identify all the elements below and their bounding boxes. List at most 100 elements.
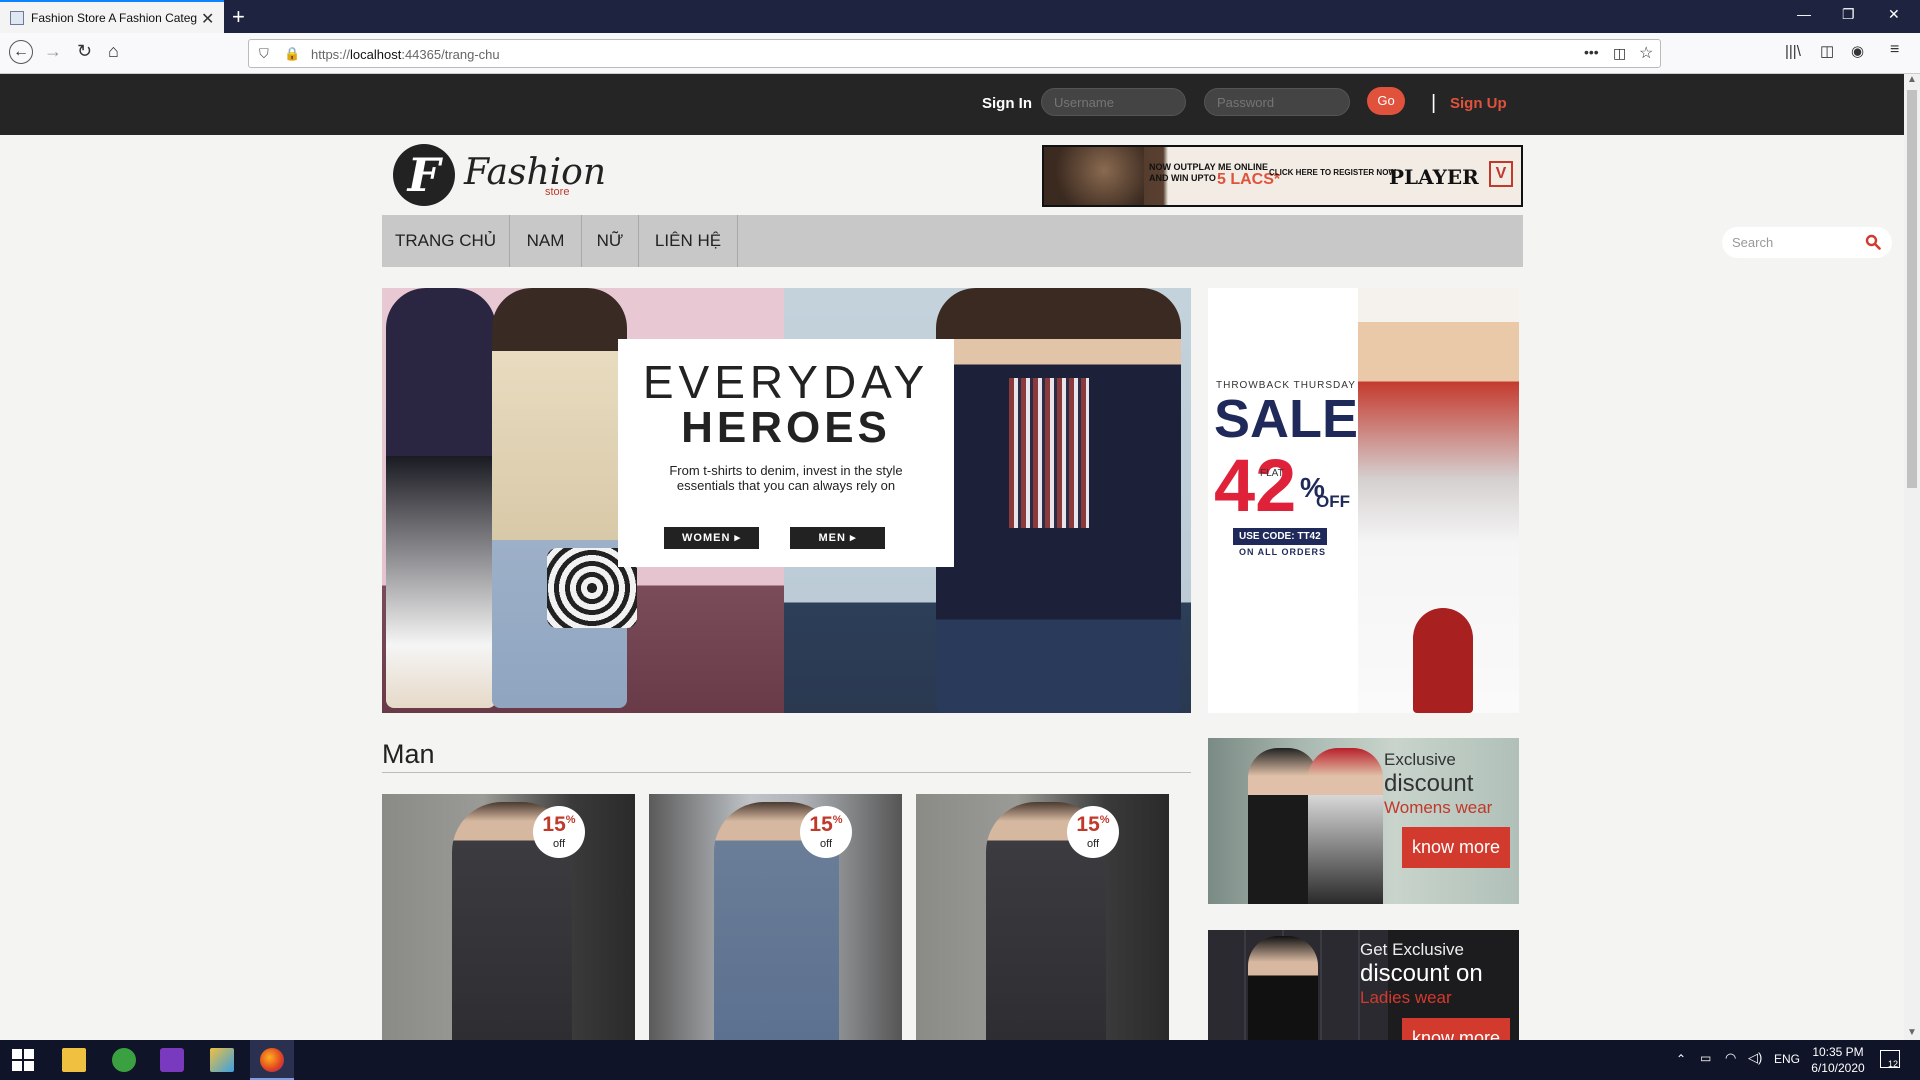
visual-studio-icon[interactable] [160, 1048, 184, 1072]
plaid-shirt [1009, 378, 1089, 528]
library-icon[interactable]: |||\ [1785, 43, 1801, 60]
search-input[interactable]: Search [1732, 235, 1773, 250]
men-button[interactable]: MEN ▸ [790, 527, 885, 549]
search-box[interactable]: Search [1722, 227, 1892, 258]
menu-item-home[interactable]: TRANG CHỦ [382, 215, 510, 267]
menu-item-women[interactable]: NỮ [582, 215, 639, 267]
hero-text-box: EVERYDAY HEROES From t-shirts to denim, … [618, 339, 954, 567]
promo2-line2: discount on [1360, 960, 1483, 987]
back-icon[interactable]: ← [9, 40, 33, 64]
menu-item-contact[interactable]: LIÊN HỆ [639, 215, 738, 267]
firefox-icon [260, 1048, 284, 1072]
ad-banner[interactable]: NOW OUTPLAY ME ONLINE AND WIN UPTO 5 LAC… [1042, 145, 1523, 207]
browser-tab[interactable]: Fashion Store A Fashion Categ ✕ [0, 0, 224, 33]
discount-badge: 15% off [1067, 806, 1119, 858]
app-editor-icon[interactable] [210, 1048, 234, 1072]
page-actions-icon[interactable]: ••• [1584, 44, 1599, 60]
hero-title-line2: HEROES [681, 403, 891, 452]
product-card[interactable]: 15% off [916, 794, 1169, 1040]
windows-start-icon[interactable] [12, 1049, 34, 1071]
guitar [1413, 608, 1473, 713]
promo-ladies-wear[interactable]: Get Exclusive discount on Ladies wear kn… [1208, 930, 1519, 1040]
sale-orders: ON ALL ORDERS [1239, 547, 1327, 557]
forward-icon[interactable]: → [44, 41, 62, 62]
separator: | [1431, 92, 1437, 114]
sale-code: USE CODE: TT42 [1233, 528, 1327, 545]
page-favicon-icon [10, 11, 24, 25]
lock-warning-icon[interactable]: 🔒 [284, 46, 300, 62]
logo-subtitle: store [545, 186, 570, 198]
browser-navbar: ← → ↻ ⌂ ⛉ 🔒 https://localhost:44365/tran… [0, 33, 1920, 74]
discount-badge: 15% off [533, 806, 585, 858]
sign-up-link[interactable]: Sign Up [1450, 95, 1507, 112]
sale-title: SALE [1214, 389, 1359, 449]
scrollbar-thumb[interactable] [1907, 90, 1917, 488]
window-close-icon[interactable]: ✕ [1888, 6, 1900, 23]
promo1-line3: Womens wear [1384, 798, 1493, 817]
volume-icon[interactable]: ◁) [1748, 1050, 1762, 1066]
close-tab-icon[interactable]: ✕ [201, 9, 214, 29]
language-indicator[interactable]: ENG [1774, 1052, 1800, 1066]
new-tab-icon[interactable]: + [232, 4, 245, 30]
sale-off: OFF [1316, 492, 1350, 511]
home-icon[interactable]: ⌂ [108, 41, 119, 62]
ad-banner-brand: PLAYER [1389, 165, 1479, 189]
section-title-man: Man [382, 739, 435, 769]
restore-icon[interactable]: ❐ [1842, 6, 1855, 23]
divider [382, 772, 1191, 773]
ad-banner-register: CLICK HERE TO REGISTER NOW [1269, 168, 1396, 177]
product-card[interactable]: 15% off [382, 794, 635, 1040]
page-viewport: Sign In Go | Sign Up F Fashion store NOW… [0, 74, 1904, 1040]
promo2-line1: Get Exclusive [1360, 940, 1464, 959]
password-input[interactable] [1204, 88, 1350, 116]
product-card[interactable]: 15% off [649, 794, 902, 1040]
scroll-up-icon[interactable]: ▲ [1907, 74, 1917, 85]
app-green-icon[interactable] [112, 1048, 136, 1072]
firefox-taskbar-button[interactable] [250, 1040, 294, 1080]
know-more-button[interactable]: know more [1402, 827, 1511, 868]
bookmark-star-icon[interactable]: ☆ [1639, 43, 1653, 63]
clock-time: 10:35 PM [1812, 1045, 1864, 1059]
scrollbar[interactable]: ▲ ▼ [1904, 74, 1920, 1040]
menu-icon[interactable]: ≡ [1890, 41, 1899, 59]
taskbar: ⌃ ▭ ◠ ◁) ENG 10:35 PM 6/10/2020 12 [0, 1040, 1920, 1080]
clock[interactable]: 10:35 PM 6/10/2020 [1808, 1044, 1868, 1076]
wifi-icon[interactable]: ◠ [1725, 1050, 1736, 1066]
promo1-line2: discount [1384, 770, 1474, 797]
sidebar-icon[interactable]: ◫ [1820, 42, 1834, 60]
reload-icon[interactable]: ↻ [77, 41, 92, 62]
tray-chevron-icon[interactable]: ⌃ [1676, 1052, 1686, 1066]
hero-banner[interactable]: EVERYDAY HEROES From t-shirts to denim, … [382, 288, 1191, 713]
battery-icon[interactable]: ▭ [1700, 1051, 1711, 1065]
account-icon[interactable]: ◉ [1851, 42, 1864, 60]
sign-in-label: Sign In [982, 95, 1032, 112]
username-input[interactable] [1041, 88, 1186, 116]
url-text: https://localhost:44365/trang-chu [311, 47, 500, 62]
sale-banner[interactable]: THROWBACK THURSDAY SALE 42 FLAT % OFF US… [1208, 288, 1519, 713]
promo1-line1: Exclusive [1384, 750, 1456, 769]
notifications-icon[interactable]: 12 [1880, 1050, 1900, 1069]
pocket-icon[interactable]: ◫ [1613, 45, 1626, 62]
channel-v-logo-icon: V [1489, 161, 1513, 187]
logo-mark[interactable]: F [393, 144, 455, 206]
ad-banner-line1b: AND WIN UPTO [1149, 173, 1216, 183]
women-button[interactable]: WOMEN ▸ [664, 527, 759, 549]
hero-title-line1: EVERYDAY [642, 356, 930, 408]
login-bar: Sign In Go | Sign Up [0, 74, 1904, 135]
go-button[interactable]: Go [1367, 87, 1405, 115]
address-bar[interactable]: ⛉ 🔒 https://localhost:44365/trang-chu ••… [248, 39, 1661, 68]
minimize-icon[interactable]: — [1797, 6, 1811, 22]
promo-womens-wear[interactable]: Exclusive discount Womens wear know more [1208, 738, 1519, 904]
browser-tab-strip: Fashion Store A Fashion Categ ✕ + — ❐ ✕ [0, 0, 1920, 33]
main-menu: TRANG CHỦ NAM NỮ LIÊN HỆ Search [382, 215, 1892, 267]
discount-badge: 15% off [800, 806, 852, 858]
ad-banner-photo [1044, 147, 1144, 205]
sale-number: 42 [1214, 444, 1297, 527]
search-icon[interactable] [1865, 234, 1881, 250]
logo-text[interactable]: Fashion [464, 152, 606, 193]
know-more-button[interactable]: know more [1402, 1018, 1511, 1040]
menu-item-men[interactable]: NAM [510, 215, 582, 267]
scroll-down-icon[interactable]: ▼ [1907, 1027, 1917, 1038]
file-explorer-icon[interactable] [62, 1048, 86, 1072]
shield-icon[interactable]: ⛉ [259, 46, 269, 62]
